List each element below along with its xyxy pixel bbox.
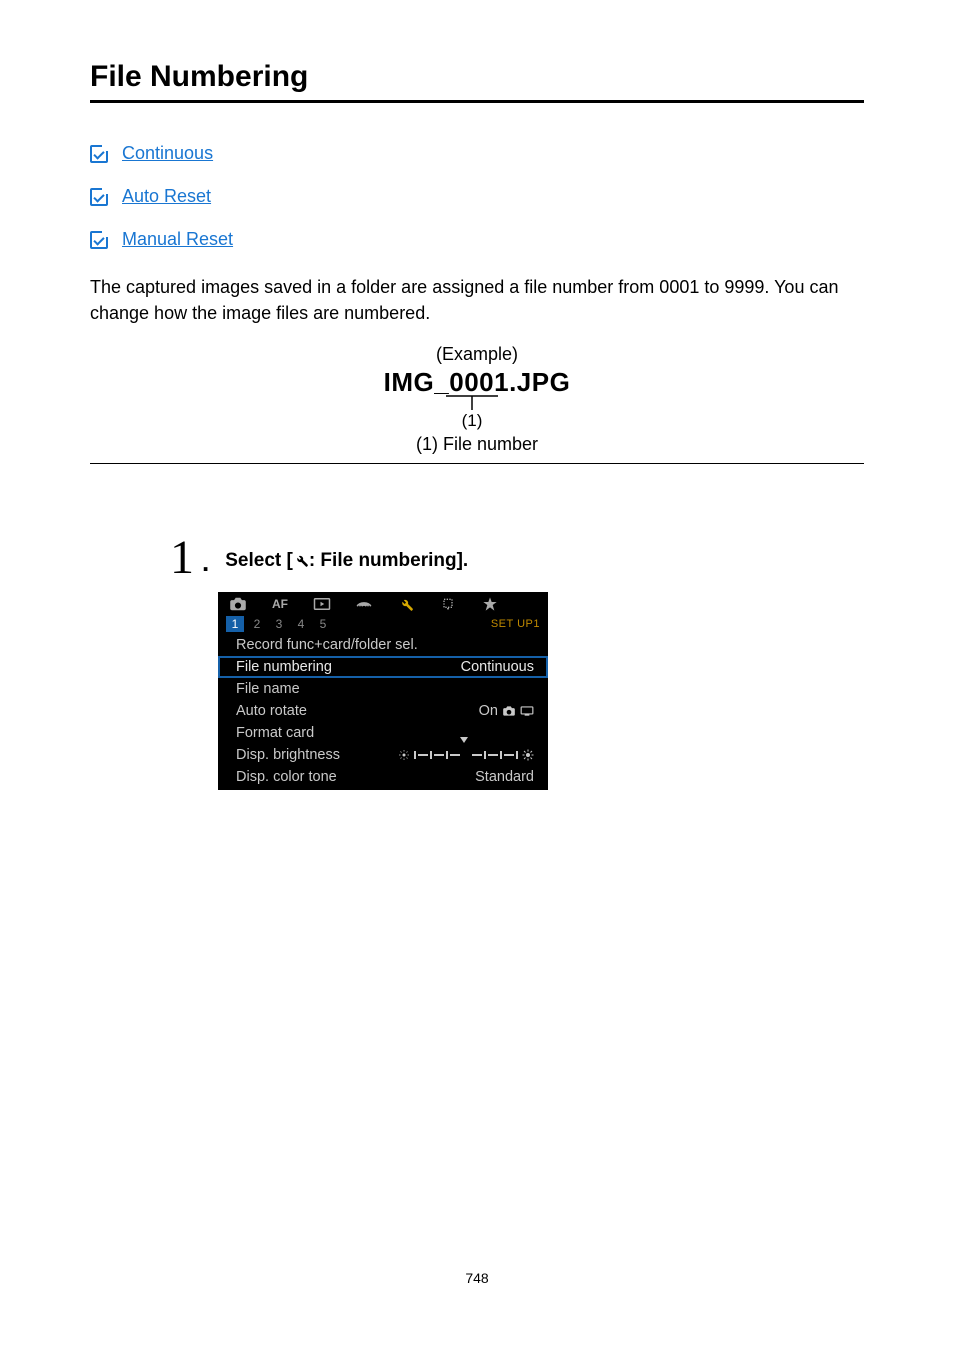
- camera-tab-icon: [226, 596, 250, 612]
- title-rule: [90, 100, 864, 103]
- brightness-slider: [398, 747, 534, 763]
- sub-tab-4: 4: [292, 616, 310, 632]
- example-callout-arrow: (1): [90, 394, 864, 430]
- example-caption: (1) File number: [90, 434, 864, 455]
- slider-marker-icon: [460, 737, 468, 759]
- checkbox-link-icon: [90, 145, 108, 163]
- toc-link-label[interactable]: Auto Reset: [122, 186, 211, 207]
- af-tab-icon: AF: [268, 596, 292, 612]
- wireless-tab-icon: [352, 596, 376, 612]
- menu-row-file-numbering: File numbering Continuous: [218, 656, 548, 678]
- intro-paragraph: The captured images saved in a folder ar…: [90, 274, 864, 326]
- menu-row-disp-color-tone: Disp. color tone Standard: [218, 766, 548, 788]
- example-block: (Example) IMG_0001.JPG (1) (1) File numb…: [90, 344, 864, 464]
- toc-link-continuous[interactable]: Continuous: [90, 143, 864, 164]
- toc-link-manual-reset[interactable]: Manual Reset: [90, 229, 864, 250]
- sub-tab-3: 3: [270, 616, 288, 632]
- page-number: 748: [90, 1270, 864, 1286]
- monitor-small-icon: [520, 705, 534, 717]
- page-title: File Numbering: [90, 60, 864, 94]
- step-number-dot: .: [202, 547, 209, 578]
- toc-link-label[interactable]: Manual Reset: [122, 229, 233, 250]
- wrench-tab-icon: [394, 596, 418, 612]
- toc-link-list: Continuous Auto Reset Manual Reset: [90, 143, 864, 250]
- menu-sub-tabs: 1 2 3 4 5 SET UP1: [218, 614, 548, 634]
- menu-row-file-name: File name: [218, 678, 548, 700]
- star-tab-icon: [478, 596, 502, 612]
- toc-link-auto-reset[interactable]: Auto Reset: [90, 186, 864, 207]
- menu-row-record: Record func+card/folder sel.: [218, 634, 548, 656]
- sub-tab-2: 2: [248, 616, 266, 632]
- sub-tab-right-label: SET UP1: [491, 618, 540, 630]
- checkbox-link-icon: [90, 188, 108, 206]
- camera-small-icon: [502, 705, 516, 717]
- camera-menu-screenshot: AF 1 2 3 4 5 SET UP1 Record func+card/fo…: [218, 592, 548, 790]
- menu-row-format-card: Format card: [218, 722, 548, 744]
- menu-rows: Record func+card/folder sel. File number…: [218, 634, 548, 790]
- sun-dim-icon: [398, 749, 410, 761]
- step-number: 1: [170, 534, 194, 582]
- menu-row-auto-rotate: Auto rotate On: [218, 700, 548, 722]
- sub-tab-5: 5: [314, 616, 332, 632]
- step-block: 1 . Select [: File numbering]. AF 1 2 3 …: [170, 534, 864, 790]
- menu-top-tabs: AF: [218, 592, 548, 614]
- checkbox-link-icon: [90, 231, 108, 249]
- play-tab-icon: [310, 596, 334, 612]
- sun-bright-icon: [522, 749, 534, 761]
- menu-row-disp-brightness: Disp. brightness: [218, 744, 548, 766]
- sub-tab-1: 1: [226, 616, 244, 632]
- custom-tab-icon: [436, 596, 460, 612]
- example-callout-number: (1): [462, 411, 483, 430]
- wrench-icon: [293, 552, 309, 574]
- toc-link-label[interactable]: Continuous: [122, 143, 213, 164]
- example-label: (Example): [90, 344, 864, 365]
- step-instruction: Select [: File numbering].: [225, 550, 468, 574]
